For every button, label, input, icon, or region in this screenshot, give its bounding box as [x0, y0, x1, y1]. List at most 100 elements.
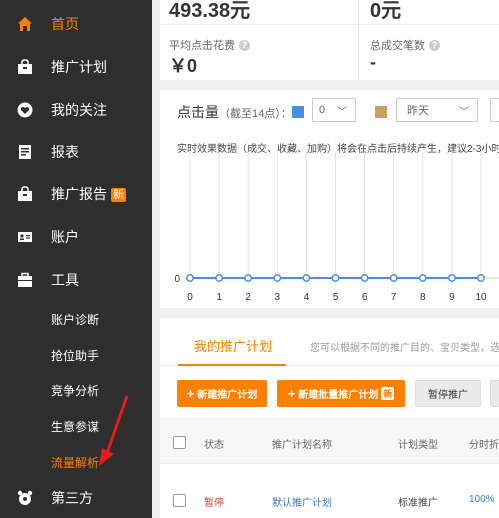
row-campaign-name-link[interactable]: 默认推广计划 [272, 494, 332, 509]
metric-select-value: 0 [319, 104, 326, 116]
id-card-icon [16, 228, 34, 246]
column-header-type: 计划类型 [398, 440, 438, 451]
plus-icon: + [186, 386, 195, 401]
chevron-down-icon: ﹀ [459, 107, 469, 118]
compare-color-swatch [375, 106, 387, 118]
data-point [418, 274, 427, 282]
series-color-swatch [292, 106, 304, 118]
x-tick-label: 10 [475, 292, 487, 303]
column-header-discount: 分时折 [469, 440, 499, 451]
data-point [477, 274, 485, 282]
chart-title-text: 点击量 [177, 104, 219, 120]
stats-hdivider [160, 24, 499, 25]
total-deals-value: - [370, 52, 376, 72]
sidebar-item-label: 推广计划 [51, 59, 107, 75]
annotation-arrow-icon [99, 395, 129, 466]
sidebar-item-label: 工具 [51, 272, 79, 288]
data-point [331, 274, 340, 282]
plus-icon: + [287, 386, 296, 401]
new-badge: 新 [111, 188, 126, 202]
data-point [360, 274, 369, 282]
stat-top-right-value: 0元 [370, 0, 402, 22]
column-header-name: 推广计划名称 [272, 440, 332, 451]
home-icon [16, 15, 34, 33]
help-icon[interactable]: ? [239, 39, 250, 51]
sidebar-item-my-follows[interactable]: 我的关注 [0, 90, 152, 130]
chart-card: 点击量（截至14点）： 0 ﹀ 昨天 ﹀ 实时效果数据（成交、收藏、加购）将会在… [160, 90, 499, 308]
data-point [302, 274, 311, 282]
sidebar-subitem-traffic-analysis[interactable]: 流量解析 [51, 454, 99, 471]
sidebar-item-label-wrap: 推广报告新 [51, 184, 126, 204]
new-badge: 新 [381, 387, 395, 400]
new-campaign-label: 新建推广计划 [197, 390, 258, 401]
compare-select-value: 昨天 [407, 105, 429, 117]
briefcase-icon [16, 271, 34, 289]
x-tick-label: 0 [187, 292, 193, 303]
avg-click-cost-text: 平均点击花费 [169, 40, 235, 52]
tab-hint-text: 您可以根据不同的推广目的、宝贝类型，选 [310, 343, 499, 354]
x-tick-label: 3 [275, 292, 281, 303]
data-point [186, 274, 194, 282]
row-status: 暂停 [204, 498, 224, 509]
report-icon [16, 143, 34, 161]
metric-select[interactable]: 0 ﹀ [312, 98, 356, 122]
sidebar-item-label: 首页 [51, 16, 79, 32]
x-tick-label: 7 [391, 292, 397, 303]
compare-select[interactable]: 昨天 ﹀ [396, 98, 478, 122]
bag-icon [16, 185, 34, 203]
sidebar-item-reports[interactable]: 报表 [0, 132, 152, 172]
x-tick-label: 5 [333, 292, 339, 303]
sidebar-item-promo-report[interactable]: 推广报告新 [0, 174, 152, 214]
stats-card: 493.38元 0元 平均点击花费? ￥0 总成交笔数? - [160, 0, 499, 80]
x-tick-label: 9 [449, 292, 455, 303]
column-header-status: 状态 [204, 440, 224, 451]
campaigns-card: 我的推广计划 您可以根据不同的推广目的、宝贝类型，选 + 新建推广计划 + 新建批量… [160, 318, 499, 518]
row-checkbox[interactable] [173, 494, 186, 507]
new-batch-campaign-label: 新建批量推广计划 [298, 390, 379, 401]
sidebar-item-account[interactable]: 账户 [0, 217, 152, 257]
row-discount[interactable]: 100% [469, 494, 495, 505]
total-deals-text: 总成交笔数 [370, 40, 425, 52]
sidebar-item-third-party[interactable]: 第三方 [0, 478, 152, 518]
help-icon[interactable]: ? [429, 39, 440, 51]
x-tick-label: 6 [362, 292, 368, 303]
click-chart: 00 1 2 3 4 5 6 7 8 9 10 [174, 152, 499, 303]
sidebar-item-label: 我的关注 [51, 102, 107, 118]
main-content: 493.38元 0元 平均点击花费? ￥0 总成交笔数? - 点击量（截至14点… [152, 0, 499, 518]
extra-select[interactable] [490, 98, 499, 122]
sidebar-subitem-competition-analysis[interactable]: 竞争分析 [51, 382, 99, 399]
x-tick-label: 2 [245, 292, 251, 303]
chart-title: 点击量（截至14点）： [177, 102, 292, 122]
sidebar-subitem-bid-assistant[interactable]: 抢位助手 [51, 347, 99, 364]
sidebar-item-home[interactable]: 首页 [0, 4, 152, 44]
x-tick-label: 8 [420, 292, 426, 303]
pause-campaign-button[interactable]: 暂停推广 [415, 380, 481, 407]
third-party-icon [16, 489, 34, 507]
more-button[interactable] [490, 380, 499, 407]
row-campaign-type: 标准推广 [398, 498, 438, 509]
x-tick-label: 4 [304, 292, 310, 303]
x-tick-label: 1 [216, 292, 222, 303]
tab-underline [178, 364, 286, 366]
select-all-checkbox[interactable] [173, 436, 186, 449]
sidebar-item-campaigns[interactable]: 推广计划 [0, 47, 152, 87]
stats-divider [358, 0, 359, 80]
y-tick-label: 0 [174, 274, 180, 285]
new-batch-campaign-button[interactable]: + 新建批量推广计划新 [277, 380, 405, 407]
tab-my-campaigns[interactable]: 我的推广计划 [194, 336, 272, 355]
avg-click-cost-label: 平均点击花费? [169, 37, 250, 53]
data-point [244, 274, 253, 282]
bag-icon [16, 58, 34, 76]
sidebar-subitem-business-advisor[interactable]: 生意参谋 [51, 418, 99, 435]
data-point [215, 274, 224, 282]
avg-click-cost-value: ￥0 [169, 56, 198, 76]
new-campaign-button[interactable]: + 新建推广计划 [177, 380, 267, 407]
chevron-down-icon: ﹀ [337, 107, 347, 118]
data-point [389, 274, 398, 282]
sidebar-subitem-account-diagnosis[interactable]: 账户诊断 [51, 311, 99, 328]
data-point [447, 274, 456, 282]
stat-top-left-value: 493.38元 [169, 0, 251, 22]
sidebar-item-label: 报表 [51, 144, 79, 160]
sidebar-item-tools[interactable]: 工具 [0, 260, 152, 300]
sidebar-item-label: 第三方 [51, 490, 93, 506]
